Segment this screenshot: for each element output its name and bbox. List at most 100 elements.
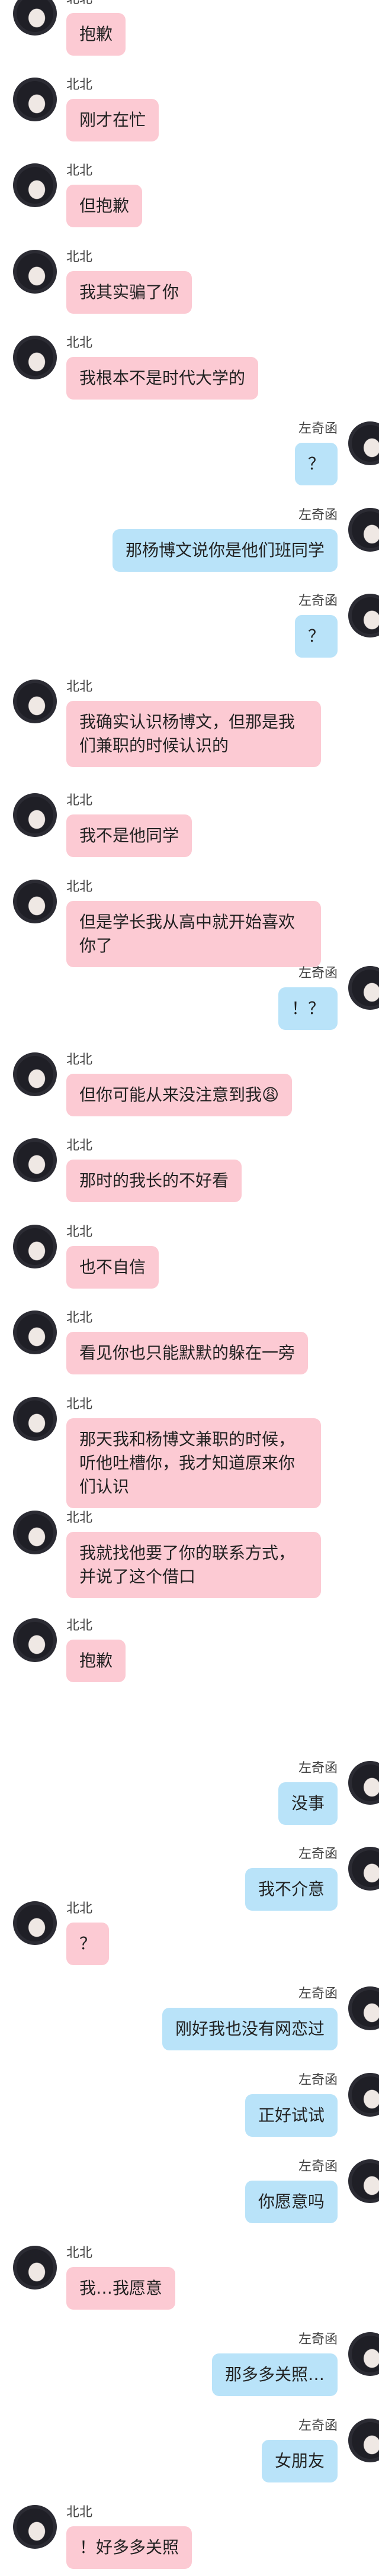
message-body: 北北那天我和杨博文兼职的时候，听他吐槽你，我才知道原来你们认识 — [66, 1397, 321, 1508]
avatar[interactable] — [348, 421, 379, 465]
message-bubble[interactable]: 我其实骗了你 — [66, 271, 192, 314]
message-bubble[interactable]: 但是学长我从高中就开始喜欢你了 — [66, 901, 321, 967]
message-body: 左奇函 女朋友 — [261, 2419, 338, 2482]
avatar[interactable] — [348, 2419, 379, 2462]
avatar[interactable] — [348, 594, 379, 637]
message-bubble[interactable]: ！好多多关照 — [66, 2526, 192, 2569]
message-row: 北北 我不是他同学 — [0, 793, 379, 857]
avatar[interactable] — [348, 508, 379, 552]
message-bubble[interactable]: 抱歉 — [66, 13, 126, 56]
message-row: 左奇函你愿意吗 — [0, 2159, 379, 2223]
message-bubble[interactable]: 那多多关照… — [211, 2353, 338, 2396]
avatar[interactable] — [348, 2332, 379, 2376]
message-bubble[interactable]: 你愿意吗 — [245, 2181, 338, 2223]
avatar[interactable] — [13, 1138, 57, 1182]
avatar[interactable] — [348, 1761, 379, 1805]
message-row: 北北 我确实认识杨博文，但那是我们兼职的时候认识的 — [0, 680, 379, 767]
message-row: 北北那天我和杨博文兼职的时候，听他吐槽你，我才知道原来你们认识 — [0, 1397, 379, 1508]
message-bubble[interactable]: ？ — [294, 615, 338, 658]
message-bubble[interactable]: 但抱歉 — [66, 185, 143, 227]
avatar-image — [17, 1905, 53, 1941]
message-bubble[interactable]: 抱歉 — [66, 1640, 126, 1682]
message-bubble[interactable]: 我就找他要了你的联系方式，并说了这个借口 — [66, 1532, 321, 1598]
message-body: 左奇函你愿意吗 — [245, 2159, 338, 2223]
avatar-image — [352, 511, 379, 548]
message-bubble[interactable]: 我…我愿意 — [66, 2267, 176, 2310]
message-row: 北北 但你可能从来没注意到我😩 — [0, 1052, 379, 1116]
sender-name: 北北 — [66, 1397, 93, 1412]
message-bubble[interactable]: 没事 — [278, 1782, 338, 1825]
message-bubble[interactable]: 那时的我长的不好看 — [66, 1160, 242, 1202]
sender-name: 北北 — [66, 78, 93, 92]
sender-name: 北北 — [66, 793, 93, 808]
avatar[interactable] — [13, 2505, 57, 2549]
avatar[interactable] — [13, 336, 57, 379]
message-bubble[interactable]: ？ — [294, 443, 338, 485]
avatar[interactable] — [348, 1986, 379, 2030]
avatar-image — [352, 970, 379, 1006]
message-bubble[interactable]: 正好试试 — [245, 2094, 338, 2137]
avatar[interactable] — [13, 1511, 57, 1554]
message-bubble[interactable]: 女朋友 — [261, 2440, 338, 2482]
sender-name: 左奇函 — [298, 2159, 338, 2174]
message-bubble[interactable]: 那杨博文说你是他们班同学 — [112, 529, 338, 572]
message-bubble[interactable]: 我确实认识杨博文，但那是我们兼职的时候认识的 — [66, 701, 321, 767]
avatar-image — [17, 253, 53, 290]
avatar[interactable] — [13, 1225, 57, 1268]
avatar[interactable] — [13, 1901, 57, 1945]
avatar[interactable] — [348, 966, 379, 1010]
avatar-image — [352, 2163, 379, 2200]
message-bubble[interactable]: 那天我和杨博文兼职的时候，听他吐槽你，我才知道原来你们认识 — [66, 1418, 321, 1508]
avatar[interactable] — [348, 1847, 379, 1891]
avatar[interactable] — [13, 880, 57, 923]
avatar[interactable] — [348, 2159, 379, 2203]
avatar[interactable] — [348, 2073, 379, 2117]
avatar[interactable] — [13, 1397, 57, 1441]
message-bubble[interactable]: 刚才在忙 — [66, 99, 159, 141]
message-body: 北北 看见你也只能默默的躲在一旁 — [66, 1310, 309, 1374]
sender-name: 北北 — [66, 1618, 93, 1633]
message-row: 左奇函 ？ — [0, 421, 379, 485]
message-body: 北北 我其实骗了你 — [66, 250, 192, 314]
avatar[interactable] — [13, 163, 57, 207]
avatar-image — [17, 1314, 53, 1351]
avatar[interactable] — [13, 1310, 57, 1354]
avatar[interactable] — [13, 0, 57, 36]
avatar[interactable] — [13, 250, 57, 294]
avatar-image — [352, 597, 379, 634]
sender-name: 北北 — [66, 880, 93, 894]
message-row: 北北 我其实骗了你 — [0, 250, 379, 314]
message-row: 左奇函 ？ — [0, 594, 379, 658]
message-row: 北北抱歉 — [0, 1618, 379, 1682]
message-body: 北北 我根本不是时代大学的 — [66, 336, 259, 400]
message-bubble[interactable]: 看见你也只能默默的躲在一旁 — [66, 1332, 309, 1374]
message-row: 左奇函 正好试试 — [0, 2073, 379, 2137]
sender-name: 北北 — [66, 1901, 93, 1916]
avatar[interactable] — [13, 2246, 57, 2290]
sender-name: 左奇函 — [298, 1761, 338, 1776]
message-body: 北北 但你可能从来没注意到我😩 — [66, 1052, 293, 1116]
message-bubble[interactable]: 刚好我也没有网恋过 — [162, 2008, 338, 2050]
message-bubble[interactable]: ？ — [66, 1923, 110, 1965]
message-body: 左奇函没事 — [278, 1761, 338, 1825]
message-row: 北北 我就找他要了你的联系方式，并说了这个借口 — [0, 1511, 379, 1598]
message-body: 北北 我确实认识杨博文，但那是我们兼职的时候认识的 — [66, 680, 321, 767]
sender-name: 北北 — [66, 250, 93, 265]
message-bubble[interactable]: 也不自信 — [66, 1246, 159, 1289]
message-row: 北北 ！好多多关照 — [0, 2505, 379, 2569]
message-bubble[interactable]: 但你可能从来没注意到我😩 — [66, 1074, 293, 1116]
avatar-image — [17, 1400, 53, 1437]
avatar[interactable] — [13, 680, 57, 723]
message-row: 北北 ？ — [0, 1901, 379, 1965]
avatar[interactable] — [13, 793, 57, 837]
avatar-image — [352, 425, 379, 462]
message-bubble[interactable]: 我不是他同学 — [66, 814, 192, 857]
avatar[interactable] — [13, 1618, 57, 1662]
avatar[interactable] — [13, 78, 57, 121]
avatar-image — [352, 2422, 379, 2459]
avatar[interactable] — [13, 1052, 57, 1096]
message-bubble[interactable]: ！？ — [278, 987, 338, 1030]
avatar-image — [17, 1142, 53, 1178]
message-bubble[interactable]: 我根本不是时代大学的 — [66, 357, 259, 400]
message-body: 左奇函 ？ — [294, 594, 338, 658]
